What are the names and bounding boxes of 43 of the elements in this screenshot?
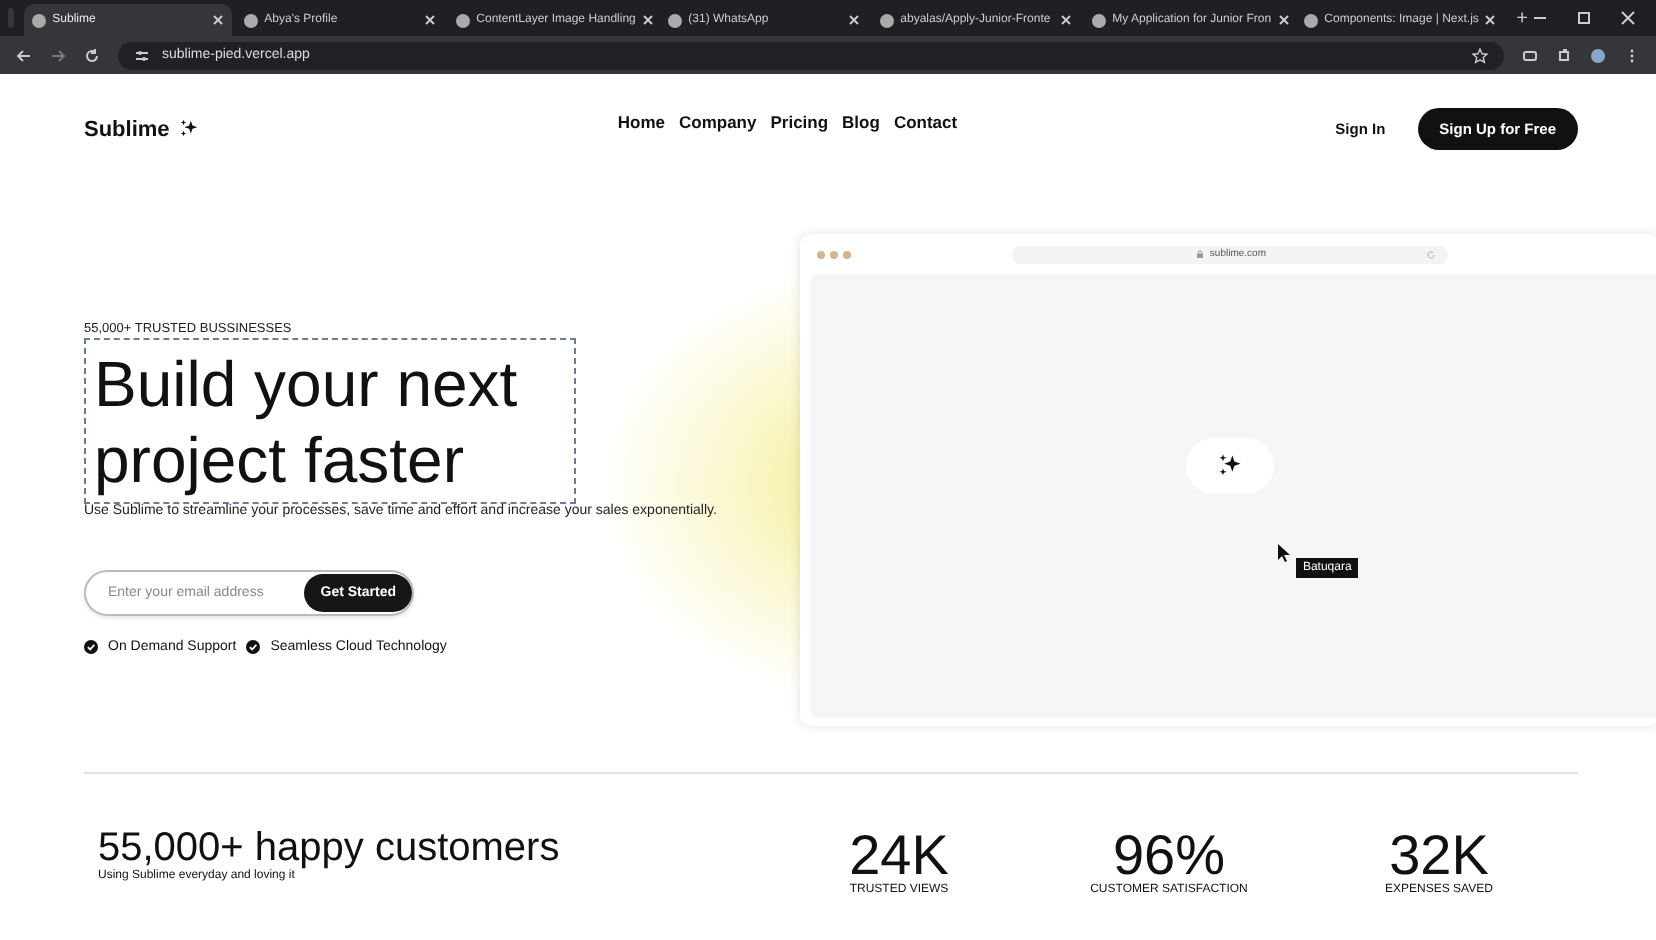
close-icon[interactable] — [1277, 14, 1290, 26]
reload-icon — [1426, 249, 1437, 259]
star-icon[interactable] — [1472, 47, 1488, 63]
close-icon[interactable] — [1484, 14, 1497, 26]
new-tab-button[interactable]: + — [1516, 7, 1528, 29]
avatar-icon[interactable] — [1590, 47, 1606, 63]
nav-link[interactable]: Blog — [842, 111, 880, 131]
close-icon[interactable] — [1620, 10, 1636, 26]
favicon-icon — [244, 13, 259, 27]
sparkle-button[interactable] — [1186, 438, 1275, 494]
close-icon[interactable] — [848, 14, 861, 26]
close-icon[interactable] — [1060, 14, 1073, 26]
close-icon[interactable] — [424, 14, 437, 26]
nav-link[interactable]: Home — [617, 111, 665, 131]
nav-link[interactable]: Contact — [893, 111, 958, 131]
favicon-icon — [880, 13, 895, 27]
favicon-icon — [1304, 13, 1319, 27]
favicon-icon — [1092, 13, 1107, 27]
logo-text: Sublime — [84, 117, 170, 141]
check-icon — [246, 640, 261, 654]
window-dots-icon — [816, 249, 853, 259]
nav-link[interactable]: Company — [679, 111, 757, 131]
hero-headline: Build your next project faster — [84, 338, 576, 504]
sparkle-icon — [177, 118, 200, 140]
favicon-icon — [32, 13, 47, 27]
site-settings-icon[interactable] — [134, 47, 150, 63]
check-icon — [84, 640, 98, 654]
sparkle-icon — [1216, 452, 1245, 480]
extension-icon[interactable] — [1522, 47, 1538, 63]
favicon-icon — [668, 13, 683, 27]
close-icon[interactable] — [212, 14, 225, 26]
stats-headline: 55,000+ happy customers — [98, 826, 562, 870]
close-icon[interactable] — [641, 14, 654, 26]
stat-value: 96% — [1112, 826, 1226, 884]
maximize-icon[interactable] — [1576, 10, 1592, 26]
back-arrow-icon[interactable] — [16, 47, 32, 63]
stat-value: 32K — [1389, 826, 1489, 884]
stat-value: 24K — [849, 826, 949, 884]
nav-link[interactable]: Pricing — [770, 111, 829, 131]
forward-arrow-icon[interactable] — [50, 47, 66, 63]
lock-icon — [1195, 250, 1204, 258]
reload-icon[interactable] — [84, 47, 100, 63]
favicon-icon — [456, 13, 471, 27]
